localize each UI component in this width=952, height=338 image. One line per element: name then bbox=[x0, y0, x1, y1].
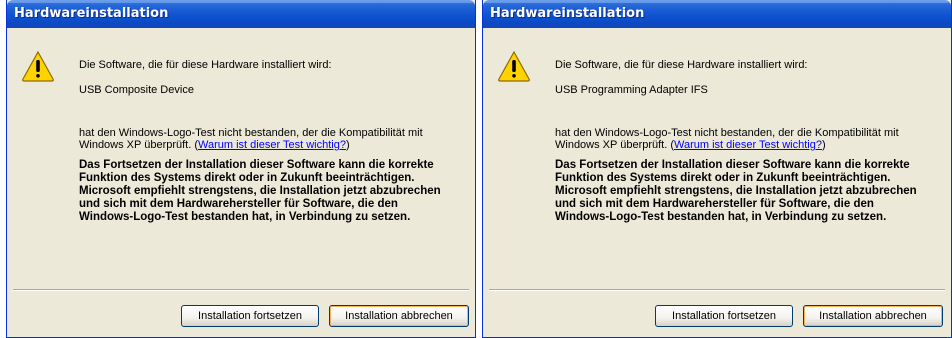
cancel-installation-button[interactable]: Installation abbrechen bbox=[803, 305, 943, 327]
hardware-install-dialog-left: Hardwareinstallation Die Software, die f… bbox=[6, 0, 476, 338]
dialog-title: Hardwareinstallation bbox=[490, 6, 645, 21]
warning-line: und sich mit dem Hardwarehersteller für … bbox=[555, 198, 874, 210]
continue-installation-button[interactable]: Installation fortsetzen bbox=[655, 305, 793, 327]
warning-line: Funktion des Systems direkt oder in Zuku… bbox=[79, 172, 415, 184]
device-name: USB Programming Adapter IFS bbox=[555, 84, 708, 96]
device-name: USB Composite Device bbox=[79, 84, 194, 96]
warning-message: Das Fortsetzen der Installation dieser S… bbox=[555, 159, 917, 224]
dialog-title: Hardwareinstallation bbox=[14, 6, 169, 21]
logo-test-prefix: Windows XP überprüft. ( bbox=[79, 139, 199, 151]
title-bar[interactable]: Hardwareinstallation bbox=[483, 0, 951, 28]
warning-line: Funktion des Systems direkt oder in Zuku… bbox=[555, 172, 891, 184]
logo-test-prefix: Windows XP überprüft. ( bbox=[555, 139, 675, 151]
hardware-install-dialog-right: Hardwareinstallation Die Software, die f… bbox=[482, 0, 952, 338]
logo-test-text-line2: Windows XP überprüft. (Warum ist dieser … bbox=[555, 139, 826, 151]
logo-test-text-line1: hat den Windows-Logo-Test nicht bestande… bbox=[555, 127, 899, 139]
warning-line: Microsoft empfiehlt strengstens, die Ins… bbox=[555, 185, 917, 197]
warning-line: Windows-Logo-Test bestanden hat, in Verb… bbox=[555, 211, 887, 223]
warning-message: Das Fortsetzen der Installation dieser S… bbox=[79, 159, 441, 224]
warning-triangle-icon bbox=[498, 50, 530, 82]
why-test-important-link[interactable]: Warum ist dieser Test wichtig? bbox=[198, 139, 346, 151]
why-test-important-link[interactable]: Warum ist dieser Test wichtig? bbox=[674, 139, 822, 151]
intro-text: Die Software, die für diese Hardware ins… bbox=[555, 59, 808, 71]
warning-line: Windows-Logo-Test bestanden hat, in Verb… bbox=[79, 211, 411, 223]
logo-test-text-line1: hat den Windows-Logo-Test nicht bestande… bbox=[79, 127, 423, 139]
logo-test-suffix: ) bbox=[345, 139, 350, 151]
continue-installation-button[interactable]: Installation fortsetzen bbox=[181, 305, 319, 327]
warning-triangle-icon bbox=[22, 50, 54, 82]
warning-line: Microsoft empfiehlt strengstens, die Ins… bbox=[79, 185, 441, 197]
separator bbox=[489, 289, 945, 291]
logo-test-suffix: ) bbox=[821, 139, 826, 151]
warning-line: und sich mit dem Hardwarehersteller für … bbox=[79, 198, 398, 210]
warning-line: Das Fortsetzen der Installation dieser S… bbox=[79, 159, 434, 171]
intro-text: Die Software, die für diese Hardware ins… bbox=[79, 59, 332, 71]
separator bbox=[13, 289, 469, 291]
warning-line: Das Fortsetzen der Installation dieser S… bbox=[555, 159, 910, 171]
title-bar[interactable]: Hardwareinstallation bbox=[7, 0, 475, 28]
logo-test-text-line2: Windows XP überprüft. (Warum ist dieser … bbox=[79, 139, 350, 151]
cancel-installation-button[interactable]: Installation abbrechen bbox=[329, 305, 469, 327]
